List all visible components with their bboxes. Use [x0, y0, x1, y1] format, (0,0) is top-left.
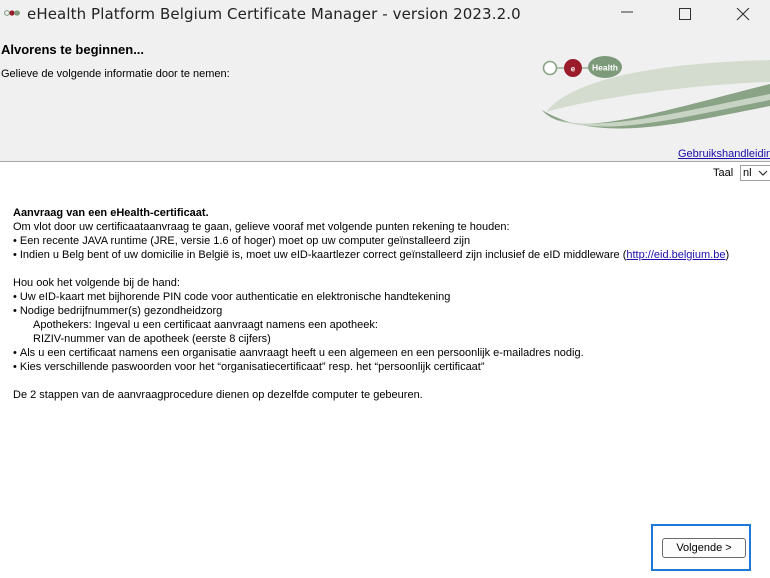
minimize-button[interactable] — [604, 0, 650, 30]
page-subtitle: Gelieve de volgende informatie door te n… — [1, 68, 230, 80]
footer-note: De 2 stappen van de aanvraagprocedure di… — [13, 389, 423, 401]
intro-text: Om vlot door uw certificaataanvraag te g… — [13, 221, 510, 233]
title-bar: eHealth Platform Belgium Certificate Man… — [0, 0, 770, 30]
pharmacist-note: Apothekers: Ingeval u een certificaat aa… — [33, 319, 378, 331]
maximize-button[interactable] — [662, 0, 708, 30]
requirement-eid-text: Indien u Belg bent of uw domicilie in Be… — [19, 249, 627, 261]
list-item-eid-card-text: Uw eID-kaart met bijhorende PIN code voo… — [19, 291, 451, 303]
keep-at-hand-heading: Hou ook het volgende bij de hand: — [13, 277, 180, 289]
requirement-java: Een recente JAVA runtime (JRE, versie 1.… — [13, 234, 753, 248]
close-button[interactable] — [720, 0, 766, 30]
eid-link[interactable]: http://eid.belgium.be — [626, 249, 725, 261]
language-selected-value: nl — [743, 167, 752, 179]
minimize-icon — [621, 11, 633, 13]
window-title: eHealth Platform Belgium Certificate Man… — [27, 5, 521, 23]
requirement-java-text: Een recente JAVA runtime (JRE, versie 1.… — [19, 235, 471, 247]
list-item-company-numbers: Nodige bedrijfnummer(s) gezondheidzorg — [13, 304, 753, 318]
page-title: Alvorens te beginnen... — [1, 42, 145, 57]
requirement-eid: Indien u Belg bent of uw domicilie in Be… — [13, 248, 753, 262]
riziv-note: RIZIV-nummer van de apotheek (eerste 8 c… — [33, 333, 271, 345]
section-heading: Aanvraag van een eHealth-certificaat. — [13, 207, 209, 219]
list-item-company-numbers-text: Nodige bedrijfnummer(s) gezondheidzorg — [19, 305, 223, 317]
language-label: Taal — [713, 167, 734, 179]
header-panel: Alvorens te beginnen... Gelieve de volge… — [0, 30, 770, 162]
logo-text: Health — [592, 63, 618, 73]
ehealth-logo: e Health — [542, 56, 770, 129]
logo-badge-text: e — [571, 65, 576, 74]
requirement-eid-close: ) — [725, 249, 730, 261]
list-item-email: Als u een certificaat namens een organis… — [13, 346, 753, 360]
maximize-icon — [679, 8, 691, 20]
close-icon — [736, 8, 750, 21]
chevron-down-icon — [758, 170, 768, 176]
language-select[interactable]: nl — [740, 165, 770, 181]
list-item-email-text: Als u een certificaat namens een organis… — [19, 347, 584, 359]
list-item-passwords: Kies verschillende paswoorden voor het “… — [13, 360, 753, 374]
instructions-panel: Aanvraag van een eHealth-certificaat. Om… — [13, 206, 753, 402]
list-item-passwords-text: Kies verschillende paswoorden voor het “… — [19, 361, 485, 373]
list-item-eid-card: Uw eID-kaart met bijhorende PIN code voo… — [13, 290, 753, 304]
next-button[interactable]: Volgende > — [662, 538, 746, 558]
user-manual-link[interactable]: Gebruikshandleiding — [678, 148, 770, 160]
app-logo-icon — [4, 10, 20, 16]
